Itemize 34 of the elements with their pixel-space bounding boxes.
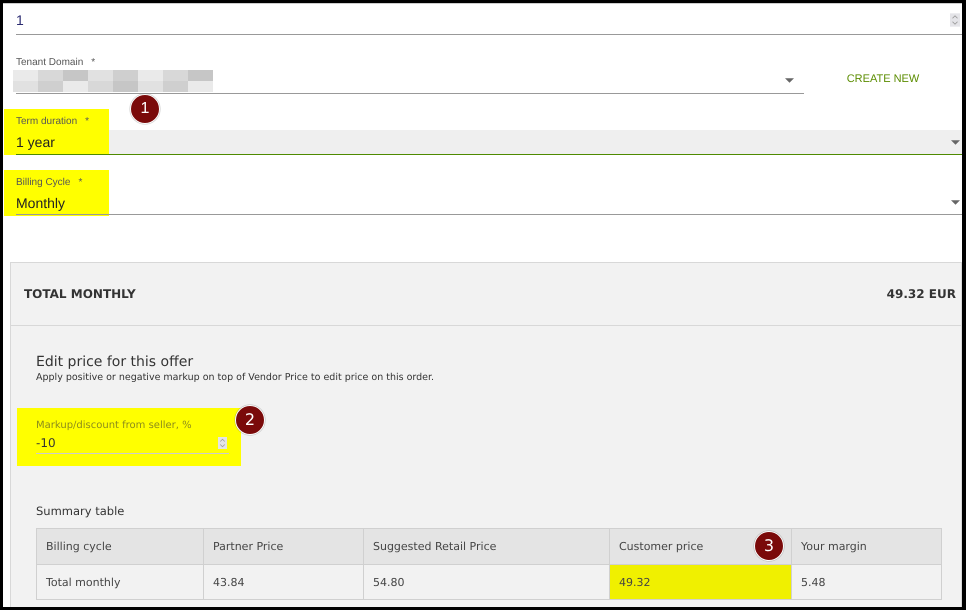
- tenant-select[interactable]: [16, 68, 804, 94]
- column-header: Partner Price: [204, 528, 364, 564]
- caret-icon: [951, 140, 960, 144]
- section-title: Edit price for this offer: [36, 353, 194, 371]
- table-cell: 54.80: [364, 564, 610, 600]
- column-header: Customer price: [619, 540, 704, 553]
- spinner-icon[interactable]: [950, 12, 960, 26]
- caret-icon: [951, 200, 960, 205]
- caret-icon: [785, 78, 794, 83]
- create-new-link[interactable]: CREATE NEW: [846, 73, 920, 85]
- table-cell: 49.32: [610, 564, 792, 600]
- field-label: Billing Cycle: [16, 177, 70, 188]
- step-marker: 3: [754, 531, 784, 561]
- column-header: Your margin: [792, 528, 942, 564]
- table-cell: Total monthly: [36, 564, 204, 600]
- required-mark: *: [85, 116, 90, 127]
- section-description: Apply positive or negative markup on top of Vendor Price to edit price on this order.: [36, 371, 436, 385]
- spinner-icon[interactable]: [218, 437, 227, 449]
- table-cell: 43.84: [204, 564, 364, 600]
- total-title: TOTAL MONTHLY: [24, 287, 136, 301]
- column-header: Billing cycle: [36, 528, 204, 564]
- total-amount: 49.32 EUR: [886, 287, 956, 301]
- table-title: Summary table: [36, 504, 126, 518]
- field-label: Term duration: [16, 116, 78, 127]
- required-mark: *: [91, 57, 96, 68]
- step-marker: 2: [235, 405, 265, 435]
- step-marker: 1: [130, 94, 160, 124]
- number-field[interactable]: 1: [16, 4, 962, 35]
- select-field[interactable]: 1 year: [16, 130, 962, 155]
- field-label: Markup/discount from seller, %: [36, 419, 193, 433]
- table-cell: 5.48: [792, 564, 942, 600]
- column-header: Suggested Retail Price: [364, 528, 610, 564]
- field-label: Tenant Domain: [16, 57, 84, 68]
- required-mark: *: [78, 177, 82, 188]
